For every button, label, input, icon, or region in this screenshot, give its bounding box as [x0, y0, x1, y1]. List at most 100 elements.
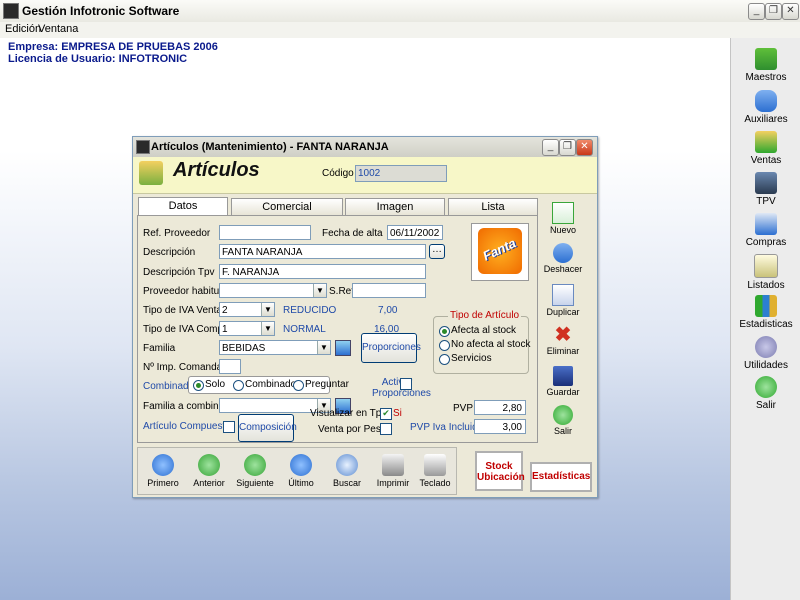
- window-maximize-button[interactable]: ❐: [559, 139, 576, 156]
- familia-select[interactable]: BEBIDAS ▼: [219, 340, 331, 355]
- estadisticas-button[interactable]: Estadísticas: [530, 462, 592, 492]
- computer-icon: [755, 172, 777, 194]
- save-disk-icon: [553, 366, 573, 386]
- articulo-compuesto-label: Artículo Compuesto: [143, 421, 231, 432]
- nuevo-button[interactable]: Nuevo: [540, 202, 586, 235]
- siguiente-button[interactable]: Siguiente: [233, 454, 277, 488]
- combinado-radio-group: Solo Combinado Preguntar: [188, 376, 349, 394]
- iva-venta-select[interactable]: 2 ▼: [219, 302, 275, 317]
- app-title: Gestión Infotronic Software: [22, 4, 180, 18]
- rightbar-ventas[interactable]: Ventas: [731, 131, 800, 166]
- radio-preguntar[interactable]: [293, 380, 304, 391]
- fecha-alta-input[interactable]: 06/11/2002: [387, 225, 443, 240]
- rightbar-label: Salir: [755, 400, 776, 411]
- primero-button[interactable]: Primero: [141, 454, 185, 488]
- venta-peso-checkbox[interactable]: [380, 423, 392, 435]
- radio-no-afecta-stock-label: No afecta al stock: [451, 339, 531, 350]
- ultimo-label: Último: [288, 478, 314, 488]
- ultimo-button[interactable]: Último: [279, 454, 323, 488]
- window-close-button[interactable]: ✕: [576, 139, 593, 156]
- descripcion-tpv-input[interactable]: F. NARANJA: [219, 264, 426, 279]
- fanta-logo: Fanta: [478, 228, 522, 274]
- sref-input[interactable]: [352, 283, 426, 298]
- menu-ventana[interactable]: Ventana: [38, 23, 78, 35]
- proveedor-habitual-label: Proveedor habitual: [143, 286, 227, 297]
- radio-solo-label: Solo: [205, 379, 226, 390]
- activar-proporciones-checkbox[interactable]: [400, 378, 412, 390]
- activar-proporciones-label: Activar Proporciones: [372, 377, 431, 399]
- imprimir-button[interactable]: Imprimir: [371, 454, 415, 488]
- rightbar-tpv[interactable]: TPV: [731, 172, 800, 207]
- rightbar-utilidades[interactable]: Utilidades: [731, 336, 800, 371]
- radio-servicios[interactable]: [439, 354, 450, 365]
- maximize-button[interactable]: ❐: [765, 3, 782, 20]
- tab-comercial[interactable]: Comercial: [231, 198, 343, 216]
- menu-edicion[interactable]: Edición: [5, 23, 41, 35]
- rightbar-compras[interactable]: Compras: [731, 213, 800, 248]
- descripcion-input[interactable]: FANTA NARANJA: [219, 244, 426, 259]
- radio-afecta-stock[interactable]: [439, 326, 450, 337]
- rightbar-label: Ventas: [750, 155, 782, 166]
- proveedor-habitual-select[interactable]: ▼: [219, 283, 327, 298]
- descripcion-label: Descripción: [143, 247, 196, 258]
- guardar-label: Guardar: [546, 387, 580, 397]
- duplicar-label: Duplicar: [546, 307, 580, 317]
- iva-compra-select[interactable]: 1 ▼: [219, 321, 275, 336]
- articulos-window: Artículos (Mantenimiento) - FANTA NARANJ…: [132, 136, 598, 498]
- rightbar-listados[interactable]: Listados: [731, 254, 800, 291]
- tab-datos[interactable]: Datos: [138, 197, 228, 216]
- rightbar-label: Utilidades: [744, 360, 788, 371]
- duplicar-button[interactable]: Duplicar: [540, 284, 586, 317]
- pvp-input[interactable]: 2,80: [474, 400, 526, 415]
- product-image: Fanta: [471, 223, 529, 281]
- navigation-bar: Primero Anterior Siguiente Último Buscar…: [137, 447, 457, 495]
- proporciones-button[interactable]: Proporciones: [361, 333, 421, 363]
- imp-comandas-input[interactable]: [219, 359, 241, 374]
- teclado-button[interactable]: Teclado: [413, 454, 457, 488]
- anterior-button[interactable]: Anterior: [187, 454, 231, 488]
- tab-lista[interactable]: Lista: [448, 198, 538, 216]
- minimize-button[interactable]: _: [748, 3, 765, 20]
- shopping-bag-icon: [755, 213, 777, 235]
- combinado-label: Combinado: [143, 381, 195, 392]
- salir-button[interactable]: Salir: [540, 405, 586, 436]
- close-button[interactable]: ✕: [782, 3, 799, 20]
- list-document-icon: [754, 254, 778, 278]
- iva-compra-value: 1: [222, 324, 228, 335]
- rightbar-maestros[interactable]: Maestros: [731, 48, 800, 83]
- tab-imagen[interactable]: Imagen: [345, 198, 445, 216]
- rightbar-salir[interactable]: Salir: [731, 376, 800, 411]
- radio-combinado-label: Combinado: [245, 379, 297, 390]
- window-minimize-button[interactable]: _: [542, 139, 559, 156]
- stock-ubicacion-button[interactable]: Stock Ubicación: [475, 451, 525, 491]
- window-title: Artículos (Mantenimiento) - FANTA NARANJ…: [151, 141, 389, 153]
- chevron-down-icon: ▼: [261, 303, 274, 316]
- window-header: Artículos Código 1002: [133, 157, 597, 194]
- nuevo-label: Nuevo: [549, 225, 576, 235]
- guardar-button[interactable]: Guardar: [540, 366, 586, 397]
- radio-combinado[interactable]: [233, 380, 244, 391]
- ref-proveedor-label: Ref. Proveedor: [143, 228, 211, 239]
- codigo-field[interactable]: 1002: [355, 165, 447, 182]
- eliminar-button[interactable]: ✖ Eliminar: [540, 325, 586, 356]
- descripcion-tpv-label: Descripción Tpv: [143, 267, 215, 278]
- radio-solo[interactable]: [193, 380, 204, 391]
- books-icon: [755, 48, 777, 70]
- descripcion-more-button[interactable]: …: [429, 244, 445, 259]
- rightbar-estadisticas[interactable]: Estadisticas: [731, 295, 800, 330]
- composicion-button[interactable]: Composición: [238, 414, 297, 442]
- deshacer-button[interactable]: Deshacer: [540, 243, 586, 274]
- license-user: Licencia de Usuario: INFOTRONIC: [8, 53, 188, 65]
- rightbar-auxiliares[interactable]: Auxiliares: [731, 90, 800, 125]
- articulo-compuesto-checkbox[interactable]: [223, 421, 235, 433]
- visualizar-tpv-checkbox[interactable]: ✔: [380, 408, 392, 420]
- ref-proveedor-input[interactable]: [219, 225, 311, 240]
- buscar-button[interactable]: Buscar: [325, 454, 369, 488]
- radio-servicios-label: Servicios: [451, 353, 492, 364]
- running-man-icon: [755, 376, 777, 398]
- window-app-icon: [136, 140, 150, 154]
- pvp-iva-input[interactable]: 3,00: [474, 419, 526, 434]
- radio-no-afecta-stock[interactable]: [439, 340, 450, 351]
- radio-afecta-stock-label: Afecta al stock: [451, 325, 517, 336]
- familia-open-icon[interactable]: [335, 340, 351, 356]
